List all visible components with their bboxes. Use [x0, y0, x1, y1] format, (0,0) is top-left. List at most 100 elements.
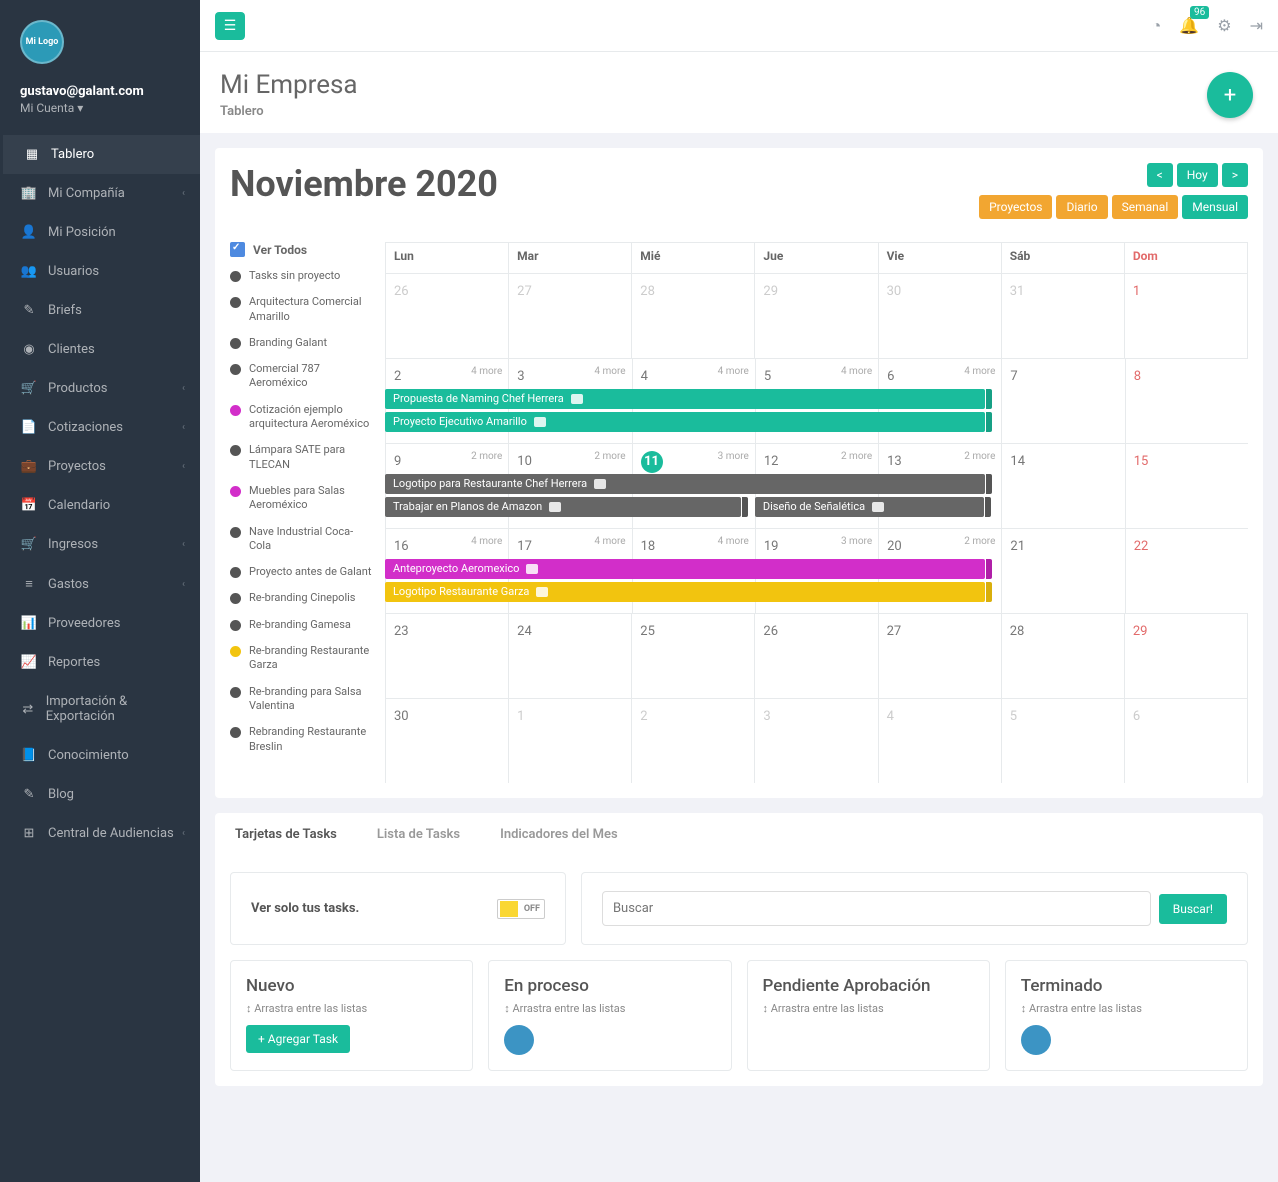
nav-item-clientes[interactable]: ◉Clientes — [0, 330, 200, 369]
view-diario-button[interactable]: Diario — [1056, 195, 1107, 219]
project-filter-item[interactable]: Lámpara SATE para TLECAN — [230, 443, 375, 472]
tab-lista-de-tasks[interactable]: Lista de Tasks — [357, 813, 480, 857]
calendar-cell[interactable]: 28 — [1001, 614, 1124, 698]
event-handle[interactable] — [986, 412, 992, 432]
nav-item-gastos[interactable]: ≡Gastos‹ — [0, 564, 200, 604]
nav-item-conocimiento[interactable]: 📘Conocimiento — [0, 736, 200, 775]
project-filter-item[interactable]: Rebranding Restaurante Breslin — [230, 725, 375, 754]
calendar-cell[interactable]: 26 — [385, 274, 508, 358]
nav-item-tablero[interactable]: ▦Tablero — [0, 135, 200, 174]
calendar-event[interactable]: Trabajar en Planos de Amazon — [385, 497, 741, 517]
more-link[interactable]: 4 more — [471, 536, 502, 547]
calendar-event[interactable]: Proyecto Ejecutivo Amarillo — [385, 412, 985, 432]
view-proyectos-button[interactable]: Proyectos — [979, 195, 1052, 219]
nav-item-briefs[interactable]: ✎Briefs — [0, 291, 200, 330]
more-link[interactable]: 4 more — [718, 366, 749, 377]
own-tasks-toggle[interactable]: OFF — [497, 899, 545, 919]
tab-tarjetas-de-tasks[interactable]: Tarjetas de Tasks — [215, 813, 357, 857]
nav-item-calendario[interactable]: 📅Calendario — [0, 486, 200, 525]
calendar-cell[interactable]: 7 — [1001, 359, 1124, 443]
calendar-event[interactable]: Diseño de Señalética — [755, 497, 985, 517]
calendar-cell[interactable]: 30 — [878, 274, 1001, 358]
more-link[interactable]: 4 more — [964, 366, 995, 377]
nav-item-ingresos[interactable]: 🛒Ingresos‹ — [0, 525, 200, 564]
project-filter-item[interactable]: Re-branding Gamesa — [230, 618, 375, 632]
more-link[interactable]: 3 more — [841, 536, 872, 547]
calendar-event[interactable]: Propuesta de Naming Chef Herrera — [385, 389, 985, 409]
project-filter-item[interactable]: Tasks sin proyecto — [230, 269, 375, 283]
calendar-cell[interactable]: 26 — [754, 614, 877, 698]
logout-icon[interactable]: ⇥ — [1250, 16, 1263, 35]
more-link[interactable]: 4 more — [718, 536, 749, 547]
project-filter-item[interactable]: Re-branding para Salsa Valentina — [230, 685, 375, 714]
notifications-icon[interactable]: 🔔96 — [1179, 16, 1199, 35]
calendar-cell[interactable]: 4 — [878, 699, 1001, 783]
more-link[interactable]: 2 more — [964, 536, 995, 547]
filter-all[interactable]: Ver Todos — [230, 242, 375, 257]
calendar-cell[interactable]: 6 — [1124, 699, 1248, 783]
add-button[interactable]: + — [1207, 72, 1253, 118]
cal-prev-button[interactable]: < — [1147, 163, 1173, 187]
cal-today-button[interactable]: Hoy — [1177, 163, 1218, 187]
calendar-cell[interactable]: 30 — [385, 699, 508, 783]
view-mensual-button[interactable]: Mensual — [1182, 195, 1248, 219]
more-link[interactable]: 4 more — [841, 366, 872, 377]
more-link[interactable]: 2 more — [471, 451, 502, 462]
add-task-button[interactable]: + Agregar Task — [246, 1025, 350, 1053]
project-filter-item[interactable]: Proyecto antes de Galant — [230, 565, 375, 579]
calendar-cell[interactable]: 27 — [508, 274, 631, 358]
calendar-cell[interactable]: 3 — [754, 699, 877, 783]
calendar-cell[interactable]: 31 — [1001, 274, 1124, 358]
more-link[interactable]: 2 more — [594, 451, 625, 462]
event-handle[interactable] — [986, 474, 992, 494]
nav-item-usuarios[interactable]: 👥Usuarios — [0, 252, 200, 291]
calendar-cell[interactable]: 5 — [1001, 699, 1124, 783]
nav-item-blog[interactable]: ✎Blog — [0, 775, 200, 814]
more-link[interactable]: 4 more — [594, 536, 625, 547]
settings-icon[interactable]: ⚙ — [1217, 16, 1231, 35]
more-link[interactable]: 3 more — [718, 451, 749, 462]
nav-item-proveedores[interactable]: 📊Proveedores — [0, 604, 200, 643]
calendar-cell[interactable]: 1 — [1124, 274, 1248, 358]
calendar-cell[interactable]: 14 — [1001, 444, 1124, 528]
more-link[interactable]: 4 more — [471, 366, 502, 377]
nav-item-reportes[interactable]: 📈Reportes — [0, 643, 200, 682]
project-filter-item[interactable]: Nave Industrial Coca-Cola — [230, 525, 375, 554]
clock-icon[interactable]: ◔ — [1152, 16, 1162, 36]
more-link[interactable]: 2 more — [964, 451, 995, 462]
event-handle[interactable] — [986, 559, 992, 579]
account-dropdown[interactable]: Mi Cuenta ▾ — [20, 101, 180, 115]
project-filter-item[interactable]: Muebles para Salas Aeroméxico — [230, 484, 375, 513]
nav-item-proyectos[interactable]: 💼Proyectos‹ — [0, 447, 200, 486]
event-handle[interactable] — [986, 582, 992, 602]
event-handle[interactable] — [742, 497, 748, 517]
calendar-cell[interactable]: 21 — [1001, 529, 1124, 613]
nav-item-mi-compa-a[interactable]: 🏢Mi Compañía‹ — [0, 174, 200, 213]
calendar-cell[interactable]: 2 — [631, 699, 754, 783]
event-handle[interactable] — [986, 389, 992, 409]
avatar[interactable] — [504, 1025, 534, 1055]
project-filter-item[interactable]: Arquitectura Comercial Amarillo — [230, 295, 375, 324]
calendar-cell[interactable]: 24 — [508, 614, 631, 698]
calendar-cell[interactable]: 8 — [1125, 359, 1248, 443]
calendar-event[interactable]: Logotipo Restaurante Garza — [385, 582, 985, 602]
account-block[interactable]: gustavo@galant.com Mi Cuenta ▾ — [0, 74, 200, 135]
more-link[interactable]: 4 more — [594, 366, 625, 377]
calendar-cell[interactable]: 25 — [631, 614, 754, 698]
project-filter-item[interactable]: Cotización ejemplo arquitectura Aeroméxi… — [230, 403, 375, 432]
nav-item-mi-posici-n[interactable]: 👤Mi Posición — [0, 213, 200, 252]
view-semanal-button[interactable]: Semanal — [1112, 195, 1179, 219]
checkbox-icon[interactable] — [230, 242, 245, 257]
project-filter-item[interactable]: Comercial 787 Aeroméxico — [230, 362, 375, 391]
nav-item-productos[interactable]: 🛒Productos‹ — [0, 369, 200, 408]
search-button[interactable]: Buscar! — [1159, 894, 1227, 924]
nav-item-central-de-audiencias[interactable]: ⊞Central de Audiencias‹ — [0, 814, 200, 853]
project-filter-item[interactable]: Re-branding Cinepolis — [230, 591, 375, 605]
avatar[interactable] — [1021, 1025, 1051, 1055]
nav-item-importaci-n-exportaci-n[interactable]: ⇄Importación & Exportación — [0, 682, 200, 736]
nav-item-cotizaciones[interactable]: 📄Cotizaciones‹ — [0, 408, 200, 447]
tab-indicadores-del-mes[interactable]: Indicadores del Mes — [480, 813, 638, 857]
more-link[interactable]: 2 more — [841, 451, 872, 462]
calendar-cell[interactable]: 22 — [1125, 529, 1248, 613]
calendar-cell[interactable]: 1 — [508, 699, 631, 783]
